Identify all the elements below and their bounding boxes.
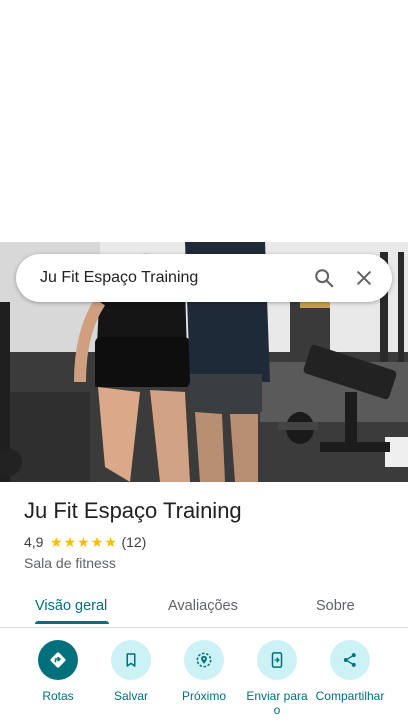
directions-button[interactable]: Rotas: [18, 640, 98, 703]
rating-stars: ★ ★ ★ ★ ★: [49, 535, 117, 549]
star-icon: ★: [90, 534, 104, 550]
rating-value: 4,9: [24, 534, 44, 550]
nearby-label: Próximo: [181, 689, 226, 703]
search-icon[interactable]: [304, 258, 344, 298]
save-label: Salvar: [113, 689, 148, 703]
star-icon: ★: [77, 534, 90, 550]
place-name: Ju Fit Espaço Training: [24, 498, 242, 523]
review-count: (12): [121, 534, 147, 550]
directions-icon: [38, 640, 78, 680]
place-category: Sala de fitness: [24, 555, 116, 571]
share-icon: [330, 640, 370, 680]
share-label: Compartilhar: [315, 689, 385, 703]
save-button[interactable]: Salvar: [91, 640, 171, 703]
search-bar[interactable]: Ju Fit Espaço Training: [16, 254, 392, 302]
star-icon: ★: [49, 534, 63, 550]
share-button[interactable]: Compartilhar: [310, 640, 390, 703]
send-to-phone-button[interactable]: Enviar para o: [237, 640, 317, 717]
search-input[interactable]: Ju Fit Espaço Training: [40, 269, 304, 287]
tab-reviews[interactable]: Avaliações: [168, 598, 238, 614]
active-tab-indicator: [35, 621, 109, 624]
nearby-icon: [184, 640, 224, 680]
send-to-phone-label: Enviar para o: [246, 689, 308, 717]
close-icon[interactable]: [344, 258, 384, 298]
nearby-button[interactable]: Próximo: [164, 640, 244, 703]
directions-label: Rotas: [42, 689, 74, 703]
tab-about[interactable]: Sobre: [316, 598, 355, 614]
map-blank-area: [0, 0, 408, 242]
bookmark-icon: [111, 640, 151, 680]
action-bar: Rotas Salvar Próximo Enviar para o Compa…: [0, 640, 408, 724]
star-icon: ★: [63, 534, 77, 550]
star-icon: ★: [104, 534, 117, 550]
tab-overview[interactable]: Visão geral: [35, 598, 107, 614]
rating-row[interactable]: 4,9 ★ ★ ★ ★ ★ (12): [24, 534, 146, 550]
send-to-phone-icon: [257, 640, 297, 680]
